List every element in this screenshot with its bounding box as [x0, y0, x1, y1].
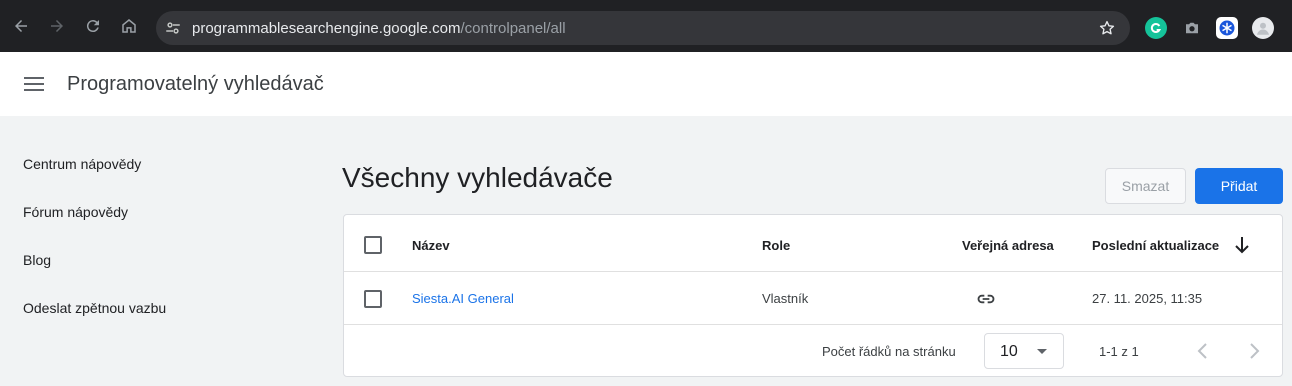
engine-last-updated: 27. 11. 2025, 11:35	[1092, 291, 1203, 306]
hamburger-menu-icon[interactable]	[24, 74, 46, 94]
page-title: Všechny vyhledávače	[342, 162, 613, 193]
previous-page-icon[interactable]	[1193, 341, 1213, 361]
divider	[344, 324, 1282, 325]
dropdown-caret-icon	[1037, 349, 1047, 354]
home-icon[interactable]	[116, 13, 142, 39]
divider	[344, 271, 1282, 272]
app-header: Programovatelný vyhledávač	[0, 52, 1292, 116]
delete-button[interactable]: Smazat	[1105, 168, 1186, 204]
next-page-icon[interactable]	[1244, 341, 1264, 361]
address-url[interactable]: programmablesearchengine.google.com/cont…	[192, 20, 566, 37]
snowflake-extension-icon[interactable]	[1216, 17, 1238, 39]
sidebar-item-send-feedback[interactable]: Odeslat zpětnou vazbu	[23, 300, 166, 316]
column-header-role[interactable]: Role	[762, 238, 790, 253]
select-all-checkbox[interactable]	[364, 236, 382, 254]
forward-icon[interactable]	[44, 13, 70, 39]
column-header-name[interactable]: Název	[412, 238, 450, 253]
search-engines-table: Název Role Veřejná adresa Poslední aktua…	[343, 214, 1283, 377]
url-path: /controlpanel/all	[460, 20, 566, 37]
address-bar[interactable]: programmablesearchengine.google.com/cont…	[156, 11, 1130, 45]
bookmark-star-icon[interactable]	[1098, 19, 1116, 37]
rows-per-page-label: Počet řádků na stránku	[822, 344, 956, 359]
sidebar-item-help-center[interactable]: Centrum nápovědy	[23, 156, 141, 172]
browser-toolbar: programmablesearchengine.google.com/cont…	[0, 0, 1292, 52]
engine-name-link[interactable]: Siesta.AI General	[412, 291, 514, 306]
sort-descending-icon[interactable]	[1233, 235, 1251, 255]
sidebar-item-help-forum[interactable]: Fórum nápovědy	[23, 204, 128, 220]
reload-icon[interactable]	[80, 13, 106, 39]
column-header-public-url[interactable]: Veřejná adresa	[962, 238, 1054, 253]
add-button[interactable]: Přidat	[1195, 168, 1283, 204]
grammarly-extension-icon[interactable]	[1145, 17, 1167, 39]
rows-per-page-value: 10	[1000, 343, 1018, 360]
profile-avatar-icon[interactable]	[1252, 17, 1274, 39]
column-header-last-updated[interactable]: Poslední aktualizace	[1092, 238, 1219, 253]
app-title: Programovatelný vyhledávač	[67, 73, 324, 95]
sidebar-item-blog[interactable]: Blog	[23, 252, 51, 268]
url-host: programmablesearchengine.google.com	[192, 20, 461, 37]
back-icon[interactable]	[8, 13, 34, 39]
engine-role: Vlastník	[762, 291, 809, 306]
row-checkbox[interactable]	[364, 290, 382, 308]
camera-extension-icon[interactable]	[1181, 17, 1203, 39]
pagination-range: 1-1 z 1	[1099, 344, 1139, 359]
site-settings-icon[interactable]	[164, 19, 182, 37]
link-icon[interactable]	[975, 289, 997, 309]
rows-per-page-select[interactable]: 10	[984, 333, 1064, 369]
